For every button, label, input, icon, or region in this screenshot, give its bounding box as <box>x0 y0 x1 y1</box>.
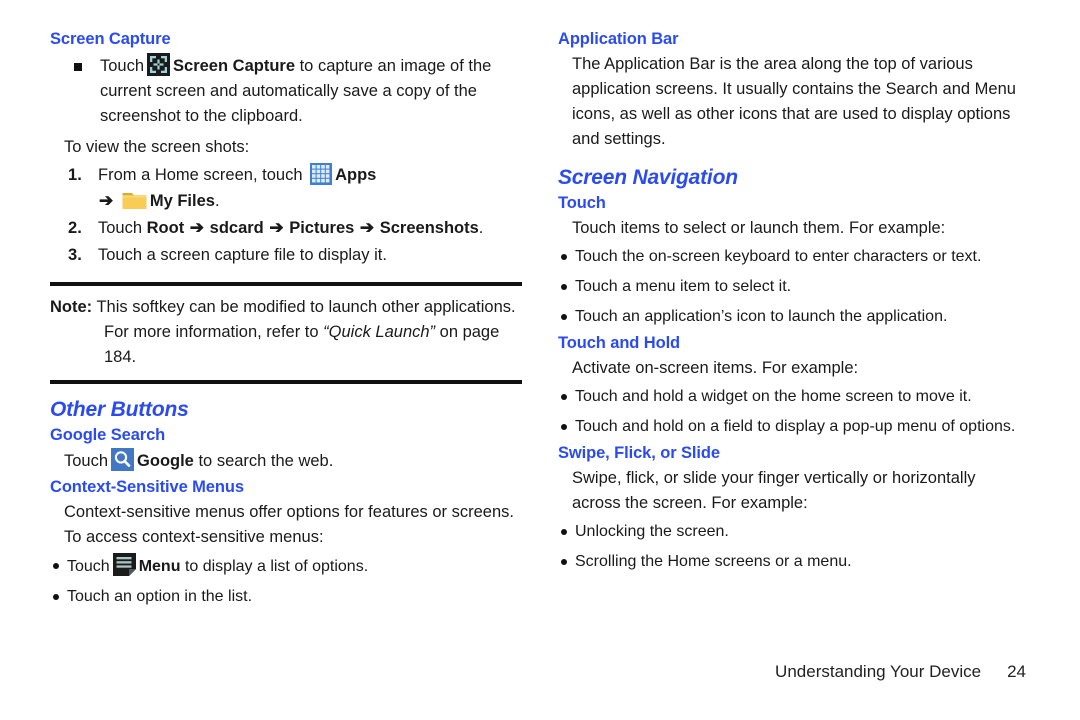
bold-my-files: My Files <box>149 192 215 210</box>
path-screenshots: Screenshots <box>379 219 479 237</box>
screen-capture-icon <box>147 53 171 76</box>
heading-screen-navigation: Screen Navigation <box>558 166 738 189</box>
list-item: Scrolling the Home screens or a menu. <box>558 549 1026 574</box>
touch-and-hold-bullets: Touch and hold a widget on the home scre… <box>558 384 1026 439</box>
arrow-icon: ➔ <box>359 218 375 237</box>
list-item: Touch a screen capture file to display i… <box>50 242 522 268</box>
list-item: Touch Root ➔ sdcard ➔ Pictures ➔ Screens… <box>50 215 522 241</box>
menu-icon <box>112 553 136 576</box>
left-column: Screen Capture Touch Screen Capture to c… <box>50 30 522 614</box>
google-text-touch: Touch <box>64 452 109 470</box>
context-menus-bullets: Touch Menu to display a list of options.… <box>50 553 522 609</box>
apps-grid-icon <box>310 163 333 185</box>
list-item: Touch and hold on a field to display a p… <box>558 414 1026 439</box>
heading-application-bar: Application Bar <box>558 30 679 48</box>
swipe-body: Swipe, flick, or slide your finger verti… <box>572 469 976 512</box>
touch-and-hold-body: Activate on-screen items. For example: <box>572 359 859 377</box>
path-sdcard: sdcard <box>209 219 264 237</box>
list-item: From a Home screen, touch Apps ➔ My File… <box>50 162 522 214</box>
touch-hold-bullet-text: Touch and hold on a field to display a p… <box>575 418 1016 435</box>
note-text: Note: This softkey can be modified to la… <box>50 295 522 370</box>
heading-touch-and-hold: Touch and Hold <box>558 334 681 352</box>
note-italic-reference: “Quick Launch” <box>323 323 436 341</box>
note-label: Note: <box>50 298 93 316</box>
list-item: Unlocking the screen. <box>558 519 1026 544</box>
view-screenshots-steps: From a Home screen, touch Apps ➔ My File… <box>50 162 522 268</box>
touch-bullets: Touch the on-screen keyboard to enter ch… <box>558 244 1026 329</box>
touch-body: Touch items to select or launch them. Fo… <box>572 219 946 237</box>
arrow-icon: ➔ <box>189 218 205 237</box>
step1-period: . <box>214 192 220 210</box>
menu-text-rest: to display a list of options. <box>184 558 369 575</box>
application-bar-body: The Application Bar is the area along th… <box>572 55 1016 148</box>
google-text-rest: to search the web. <box>198 452 334 470</box>
heading-context-sensitive-menus: Context-Sensitive Menus <box>50 478 244 496</box>
step3-text: Touch a screen capture file to display i… <box>98 246 387 264</box>
context-bullet-2-text: Touch an option in the list. <box>67 588 253 605</box>
list-item: Touch an application’s icon to launch th… <box>558 304 1026 329</box>
view-screenshots-intro: To view the screen shots: <box>64 138 250 156</box>
path-pictures: Pictures <box>289 219 355 237</box>
list-item: Touch an option in the list. <box>50 584 522 609</box>
screen-capture-bullet-list: Touch Screen Capture to capture an image… <box>50 53 522 129</box>
note-box: Note: This softkey can be modified to la… <box>50 282 522 384</box>
path-root: Root <box>146 219 185 237</box>
arrow-icon: ➔ <box>269 218 284 237</box>
list-item: Touch the on-screen keyboard to enter ch… <box>558 244 1026 269</box>
right-column: Application Bar The Application Bar is t… <box>558 30 1026 579</box>
touch-bullet-text: Touch an application’s icon to launch th… <box>575 308 948 325</box>
list-item: Touch Menu to display a list of options. <box>50 553 522 579</box>
footer-chapter-title: Understanding Your Device <box>775 662 982 681</box>
swipe-bullet-text: Scrolling the Home screens or a menu. <box>575 553 852 570</box>
bold-apps: Apps <box>335 166 377 184</box>
heading-touch: Touch <box>558 194 606 212</box>
menu-text-touch: Touch <box>67 558 110 575</box>
footer-page-number: 24 <box>1007 662 1026 681</box>
step2-period: . <box>478 219 484 237</box>
swipe-bullets: Unlocking the screen. Scrolling the Home… <box>558 519 1026 574</box>
touch-bullet-text: Touch a menu item to select it. <box>575 278 792 295</box>
context-menus-body: Context-sensitive menus offer options fo… <box>64 503 514 546</box>
heading-swipe-flick-slide: Swipe, Flick, or Slide <box>558 444 720 462</box>
folder-icon <box>122 190 147 211</box>
bold-screen-capture: Screen Capture <box>173 57 295 75</box>
heading-google-search: Google Search <box>50 426 166 444</box>
google-search-text: Touch Google to search the web. <box>50 448 522 474</box>
bullet-text-touch: Touch <box>100 57 145 75</box>
manual-page: Screen Capture Touch Screen Capture to c… <box>0 0 1080 720</box>
heading-screen-capture: Screen Capture <box>50 30 171 48</box>
bold-google: Google <box>137 452 194 470</box>
google-search-icon <box>111 448 135 471</box>
list-item: Touch Screen Capture to capture an image… <box>50 53 522 129</box>
touch-bullet-text: Touch the on-screen keyboard to enter ch… <box>575 248 982 265</box>
step1-text: From a Home screen, touch <box>98 166 303 184</box>
page-footer: Understanding Your Device 24 <box>775 662 1026 682</box>
step2-prefix: Touch <box>98 219 143 237</box>
swipe-bullet-text: Unlocking the screen. <box>575 523 729 540</box>
touch-hold-bullet-text: Touch and hold a widget on the home scre… <box>575 388 972 405</box>
list-item: Touch and hold a widget on the home scre… <box>558 384 1026 409</box>
bold-menu: Menu <box>138 558 181 575</box>
list-item: Touch a menu item to select it. <box>558 274 1026 299</box>
heading-other-buttons: Other Buttons <box>50 398 189 421</box>
arrow-icon: ➔ <box>99 191 114 210</box>
